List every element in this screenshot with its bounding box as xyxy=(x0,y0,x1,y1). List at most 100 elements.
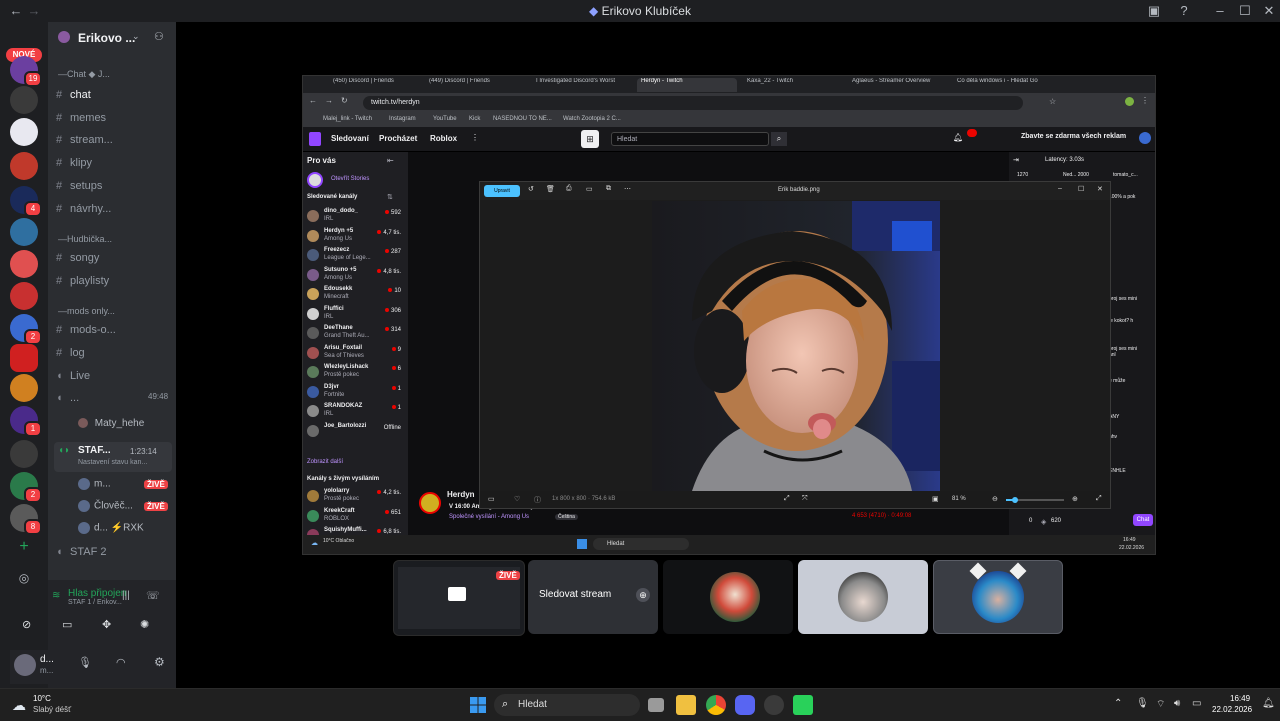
followed-channel[interactable]: Joe_Bartolozzi Offline xyxy=(307,423,405,443)
collapse-chat-icon[interactable]: ⇥ xyxy=(1013,156,1019,164)
followed-channel[interactable]: yololarry Prostě pokec 4,2 tis. xyxy=(307,488,405,508)
steam-icon[interactable] xyxy=(764,695,784,715)
followed-channel[interactable]: Herdyn +5 Among Us 4,7 tis. xyxy=(307,228,405,248)
channel-item[interactable]: ◖ Live xyxy=(56,370,174,390)
more-icon[interactable]: ⋮ xyxy=(471,133,479,142)
server-icon[interactable] xyxy=(10,218,38,246)
reload-icon[interactable]: ↻ xyxy=(341,96,348,105)
chrome-icon[interactable] xyxy=(706,695,726,715)
browser-tab[interactable]: (450) Discord | Friends xyxy=(329,78,429,92)
user-avatar[interactable] xyxy=(1139,132,1151,144)
bookmark-item[interactable]: Instagram xyxy=(389,116,416,122)
followed-channel[interactable]: Fluffici IRL 306 xyxy=(307,306,405,326)
popout-icon[interactable]: ⊕ xyxy=(636,588,650,602)
photo-viewer-window[interactable]: Upravit ↺ 🗑︎ ⎙ ▭ ⧉ ⋯ Erik baddie.png – ☐… xyxy=(479,181,1111,509)
noise-suppression-icon[interactable]: ||| xyxy=(122,590,130,601)
server-icon[interactable]: 19 xyxy=(10,56,42,87)
clock-date[interactable]: 22.02.2026 xyxy=(1212,705,1252,714)
server-icon[interactable]: 1 xyxy=(10,406,42,437)
clock-time[interactable]: 16:49 xyxy=(1230,694,1250,703)
kick-icon[interactable] xyxy=(793,695,813,715)
nav-browse[interactable]: Procházet xyxy=(379,134,417,143)
activities-icon[interactable]: ✥ xyxy=(102,618,111,631)
stage-user[interactable]: Člověč... ŽIVĚ xyxy=(78,500,168,518)
browser-tab[interactable]: Aglaeus - Streamer Overview xyxy=(848,78,948,92)
start-icon[interactable] xyxy=(470,697,486,713)
extension-icon[interactable]: ⊞ xyxy=(581,130,599,148)
watch-stream-label[interactable]: Sledovat stream xyxy=(539,589,611,600)
chat-send-button[interactable]: Chat xyxy=(1133,514,1153,526)
stream-search-box[interactable]: Hledat xyxy=(593,538,689,550)
help-icon[interactable]: ? xyxy=(1176,3,1192,19)
channel-item[interactable]: # memes xyxy=(56,112,174,132)
server-icon[interactable]: 4 xyxy=(10,186,42,217)
channel-item[interactable]: # návrhy... xyxy=(56,203,174,223)
followed-channel[interactable]: Arisu_Foxtail Sea of Thieves 9 xyxy=(307,345,405,365)
fit-icon[interactable]: ⤢ xyxy=(784,495,790,503)
filmstrip-icon[interactable]: ▭ xyxy=(488,495,495,503)
zoom-level[interactable]: 81 % xyxy=(952,496,966,502)
channel-item[interactable]: # songy xyxy=(56,252,174,272)
channel-item[interactable]: # log xyxy=(56,347,174,367)
zoom-out-icon[interactable]: ⊖ xyxy=(992,495,998,503)
notifications-icon[interactable]: 🔔︎ xyxy=(953,133,963,142)
followed-channel[interactable]: Edousekk Minecraft 10 xyxy=(307,286,405,306)
close-icon[interactable]: ✕ xyxy=(1097,185,1103,193)
channel-item[interactable]: # stream... xyxy=(56,134,174,154)
start-icon[interactable] xyxy=(577,539,587,549)
fullscreen-icon[interactable]: ⤢ xyxy=(1096,495,1102,503)
favorite-icon[interactable]: ♡ xyxy=(514,495,520,503)
nav-roblox[interactable]: Roblox xyxy=(430,134,457,143)
bookmark-item[interactable]: Kick xyxy=(469,116,480,122)
browser-tab[interactable]: Kaxa_22 - Twitch xyxy=(743,78,843,92)
minimize-icon[interactable]: – xyxy=(1058,185,1062,192)
server-icon[interactable] xyxy=(10,344,38,372)
stage-user[interactable]: m... ŽIVĚ xyxy=(78,478,168,496)
server-icon[interactable] xyxy=(10,440,38,468)
browser-tab[interactable]: Co dělá windows i - Hledat Go xyxy=(953,78,1053,92)
settings-gear-icon[interactable]: ⚙ xyxy=(154,655,165,669)
turbo-promo[interactable]: Zbavte se zdarma všech reklam xyxy=(1021,133,1126,140)
forward-icon[interactable]: → xyxy=(325,96,333,105)
signal-icon[interactable]: ≋ xyxy=(52,590,60,601)
voice-channel-staf2[interactable]: ◖ STAF 2 xyxy=(56,546,174,566)
browser-tab[interactable]: Herdyn - Twitch xyxy=(637,78,737,92)
server-icon[interactable]: 8 xyxy=(10,504,42,535)
zoom-slider-thumb[interactable] xyxy=(1012,497,1018,503)
inbox-icon[interactable]: ▣ xyxy=(1146,3,1162,19)
points-icon[interactable]: ◈ xyxy=(1041,518,1046,526)
back-icon[interactable]: ← xyxy=(309,96,317,105)
followed-channel[interactable]: WlezleyLishack Prostě pokec 6 xyxy=(307,364,405,384)
sort-icon[interactable]: ⇅ xyxy=(387,193,393,201)
slideshow-icon[interactable]: ▭ xyxy=(586,185,593,193)
browser-tab[interactable]: (449) Discord | Friends xyxy=(425,78,525,92)
channel-category[interactable]: —Chat ◆ J... xyxy=(58,69,110,83)
channel-category[interactable]: —mods only... xyxy=(58,306,115,320)
collapse-icon[interactable]: ⇤ xyxy=(387,156,394,165)
voice-status[interactable]: Hlas připojen xyxy=(68,588,126,599)
weather-icon[interactable]: ☁ xyxy=(12,697,26,714)
url-field[interactable]: twitch.tv/herdyn xyxy=(363,96,1023,110)
server-icon[interactable] xyxy=(10,118,38,146)
edit-button[interactable]: Upravit xyxy=(484,185,520,197)
tray-chevron-icon[interactable]: ⌃ xyxy=(1114,698,1122,709)
file-explorer-icon[interactable] xyxy=(676,695,696,715)
add-server-icon[interactable]: + xyxy=(16,539,32,555)
twitch-logo[interactable] xyxy=(309,132,321,146)
browser-tab[interactable]: I Investigated Discord's Worst xyxy=(532,78,632,92)
discord-icon[interactable] xyxy=(735,695,755,715)
followed-channel[interactable]: dino_dodo_ IRL 592 xyxy=(307,208,405,228)
microphone-icon[interactable]: 🎙︎ xyxy=(1136,698,1149,709)
stream-tag[interactable]: Čeština xyxy=(555,514,578,520)
zoom-slider[interactable] xyxy=(1006,497,1064,503)
maximize-icon[interactable]: ☐ xyxy=(1078,185,1084,193)
channel-item[interactable]: # chat xyxy=(56,89,174,109)
stories-icon[interactable] xyxy=(307,172,323,188)
nav-following[interactable]: Sledovaní xyxy=(331,134,369,143)
star-icon[interactable]: ☆ xyxy=(1049,97,1056,106)
stage-user[interactable]: d... ⚡RXK xyxy=(78,522,144,540)
discover-icon[interactable]: ◎ xyxy=(16,570,32,586)
channel-item[interactable]: # klipy xyxy=(56,157,174,177)
followed-channel[interactable]: Sutsuno +5 Among Us 4,8 tis. xyxy=(307,267,405,287)
soundboard-icon[interactable]: ✺ xyxy=(140,618,149,631)
